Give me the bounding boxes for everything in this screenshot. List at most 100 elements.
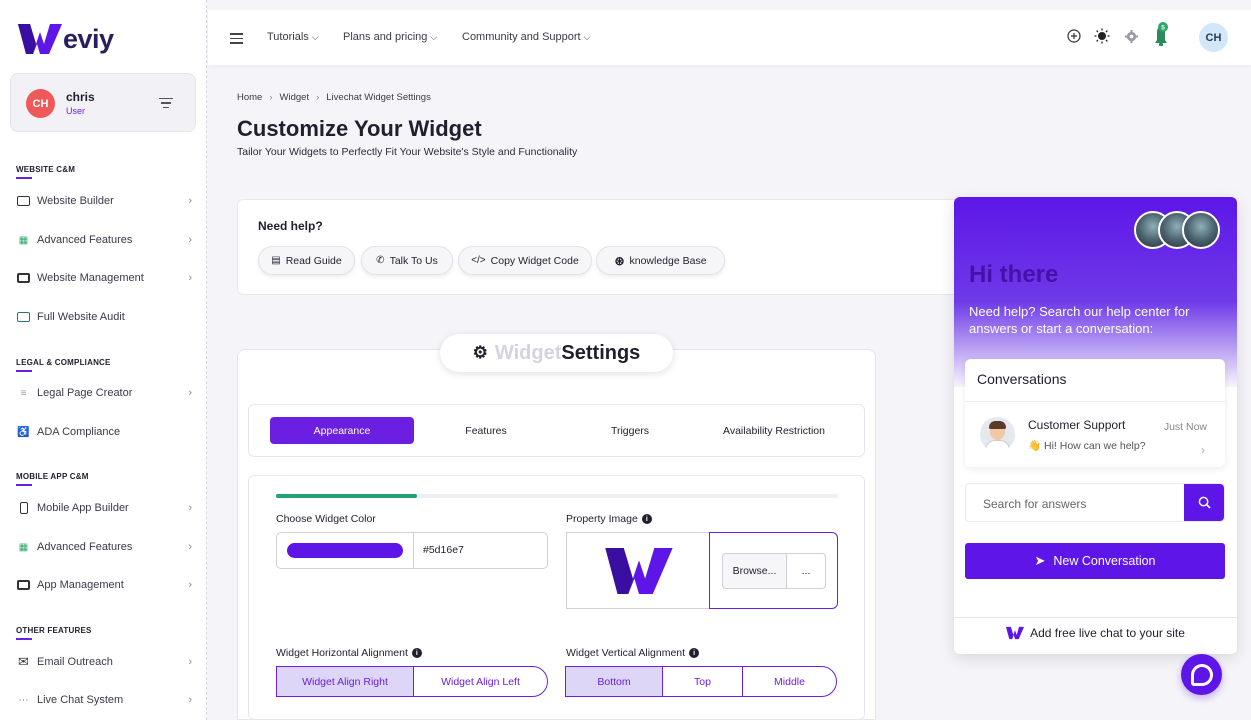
- chevron-right-icon: ›: [188, 272, 192, 284]
- property-image-preview: [566, 532, 710, 609]
- sidebar-item-legal-page-creator[interactable]: ≡ Legal Page Creator ›: [16, 383, 196, 403]
- sidebar-item-website-management[interactable]: Website Management ›: [16, 268, 196, 288]
- tab-features[interactable]: Features: [414, 417, 558, 444]
- sidebar-item-mobile-app-builder[interactable]: Mobile App Builder ›: [16, 498, 196, 518]
- top-bar: Tutorials ⌵ Plans and pricing ⌵ Community …: [208, 10, 1251, 65]
- info-icon[interactable]: i: [689, 648, 700, 658]
- support-agent-avatar: [980, 417, 1015, 452]
- chevron-right-icon: ›: [188, 694, 192, 706]
- search-button[interactable]: [1184, 484, 1224, 521]
- browse-button[interactable]: Browse...: [722, 553, 786, 589]
- window-manage-icon: [16, 272, 31, 284]
- logo-w-icon: [604, 547, 673, 594]
- grid-colored-icon: ▦: [18, 234, 29, 246]
- align-left-option[interactable]: Widget Align Left: [414, 667, 547, 696]
- notification-bell-icon[interactable]: 5: [1152, 22, 1170, 48]
- chevron-right-icon: ›: [316, 92, 320, 103]
- breadcrumb-current: Livechat Widget Settings: [326, 92, 431, 103]
- widget-color-input[interactable]: #5d16e7: [276, 532, 548, 569]
- sidebar-item-app-management[interactable]: App Management ›: [16, 575, 196, 595]
- info-icon[interactable]: i: [641, 514, 652, 524]
- user-avatar: CH: [26, 89, 55, 118]
- section-title-website: WEBSITE C&M: [16, 165, 76, 179]
- align-right-option[interactable]: Widget Align Right: [277, 667, 414, 696]
- brand-logo[interactable]: eviy: [18, 22, 114, 56]
- button-label: Read Guide: [285, 254, 342, 267]
- sidebar-item-full-website-audit[interactable]: Full Website Audit: [16, 307, 196, 327]
- align-bottom-option[interactable]: Bottom: [566, 667, 663, 696]
- sidebar-item-advanced-features[interactable]: ▦ Advanced Features ›: [16, 230, 196, 250]
- chevron-down-icon: ⌵: [430, 31, 438, 42]
- lifebuoy-icon: ⊛: [614, 253, 625, 268]
- talk-to-us-button[interactable]: ✆ Talk To Us: [361, 246, 453, 275]
- breadcrumb-widget[interactable]: Widget: [280, 92, 310, 103]
- page-subtitle: Tailor Your Widgets to Perfectly Fit You…: [237, 146, 578, 158]
- logo-w-icon: [1006, 626, 1025, 640]
- label-text: Widget Vertical Alignment: [566, 647, 686, 659]
- info-icon[interactable]: i: [411, 648, 422, 658]
- sidebar-item-live-chat-system[interactable]: ⋯ Live Chat System ›: [16, 690, 196, 710]
- settings-gear-icon[interactable]: [1123, 28, 1139, 44]
- color-swatch[interactable]: [287, 543, 403, 558]
- new-conversation-button[interactable]: ➤ New Conversation: [965, 543, 1225, 579]
- sidebar-item-label: Mobile App Builder: [37, 502, 129, 514]
- guide-icon: ▤: [271, 255, 281, 266]
- sidebar-item-ada-compliance[interactable]: ♿ ADA Compliance: [16, 422, 196, 442]
- sidebar-item-email-outreach[interactable]: ✉ Email Outreach ›: [16, 652, 196, 672]
- divider: [954, 617, 1237, 618]
- copy-widget-code-button[interactable]: </> Copy Widget Code: [458, 246, 592, 275]
- progress-fill: [276, 494, 417, 498]
- tab-appearance[interactable]: Appearance: [270, 417, 414, 444]
- help-search-input[interactable]: Search for answers: [965, 483, 1225, 522]
- heading-bold: Settings: [561, 341, 641, 364]
- agent-avatar: [1182, 211, 1220, 249]
- hamburger-menu-icon[interactable]: [230, 33, 243, 47]
- read-guide-button[interactable]: ▤ Read Guide: [258, 246, 355, 275]
- button-label: knowledge Base: [629, 254, 707, 267]
- search-icon: [1198, 496, 1211, 509]
- horizontal-alignment-toggle: Widget Align Right Widget Align Left: [276, 666, 548, 697]
- chat-launcher-button[interactable]: [1181, 654, 1222, 695]
- user-role: User: [66, 106, 86, 116]
- tab-triggers[interactable]: Triggers: [558, 417, 702, 444]
- sidebar-item-advanced-features-app[interactable]: ▦ Advanced Features ›: [16, 537, 196, 557]
- chevron-right-icon: ›: [188, 579, 192, 591]
- knowledge-base-button[interactable]: ⊛ knowledge Base: [596, 246, 725, 275]
- menu-community-support[interactable]: Community and Support ⌵: [462, 31, 590, 43]
- filter-icon[interactable]: [159, 98, 173, 111]
- gear-icon: ⚙: [472, 343, 488, 362]
- align-top-option[interactable]: Top: [663, 667, 743, 696]
- sidebar-item-website-builder[interactable]: Website Builder ›: [16, 191, 196, 211]
- add-circle-icon[interactable]: [1066, 28, 1082, 44]
- sun-icon[interactable]: [1094, 28, 1110, 44]
- help-card: Need help? ▤ Read Guide ✆ Talk To Us </> Co…: [237, 199, 967, 295]
- window-manage-icon: [16, 579, 31, 591]
- vertical-alignment-toggle: Bottom Top Middle: [565, 666, 837, 697]
- footer-text: Add free live chat to your site: [1030, 626, 1185, 640]
- chat-footer[interactable]: Add free live chat to your site: [954, 626, 1237, 640]
- user-card[interactable]: CH chris User: [10, 73, 196, 132]
- top-avatar[interactable]: CH: [1199, 23, 1228, 52]
- menu-plans-pricing[interactable]: Plans and pricing ⌵: [343, 31, 437, 43]
- section-title-mobile: MOBILE APP C&M: [16, 472, 89, 486]
- agent-name: Customer Support: [1028, 418, 1126, 432]
- progress-bar: [276, 494, 838, 498]
- section-title-legal: LEGAL & COMPLIANCE: [16, 358, 111, 372]
- breadcrumb-home[interactable]: Home: [237, 92, 262, 103]
- menu-label: Tutorials: [267, 31, 309, 43]
- menu-tutorials[interactable]: Tutorials ⌵: [267, 31, 319, 43]
- sidebar-item-label: Email Outreach: [37, 656, 113, 668]
- chevron-down-icon: ⌵: [583, 31, 591, 42]
- agent-avatars: [1134, 211, 1224, 251]
- conversations-card: Conversations Customer Support Just Now …: [965, 359, 1225, 467]
- grid-colored-icon: ▦: [18, 541, 29, 553]
- button-label: Copy Widget Code: [490, 254, 579, 267]
- align-middle-option[interactable]: Middle: [743, 667, 836, 696]
- file-browse-box: Browse... ...: [709, 532, 838, 609]
- notification-count: 5: [1161, 25, 1165, 32]
- chevron-right-icon[interactable]: ›: [1201, 443, 1205, 457]
- more-options-button[interactable]: ...: [786, 553, 826, 589]
- tab-availability-restriction[interactable]: Availability Restriction: [702, 417, 846, 444]
- color-hex-value[interactable]: #5d16e7: [423, 544, 464, 556]
- chat-description: Need help? Search our help center for an…: [969, 304, 1190, 336]
